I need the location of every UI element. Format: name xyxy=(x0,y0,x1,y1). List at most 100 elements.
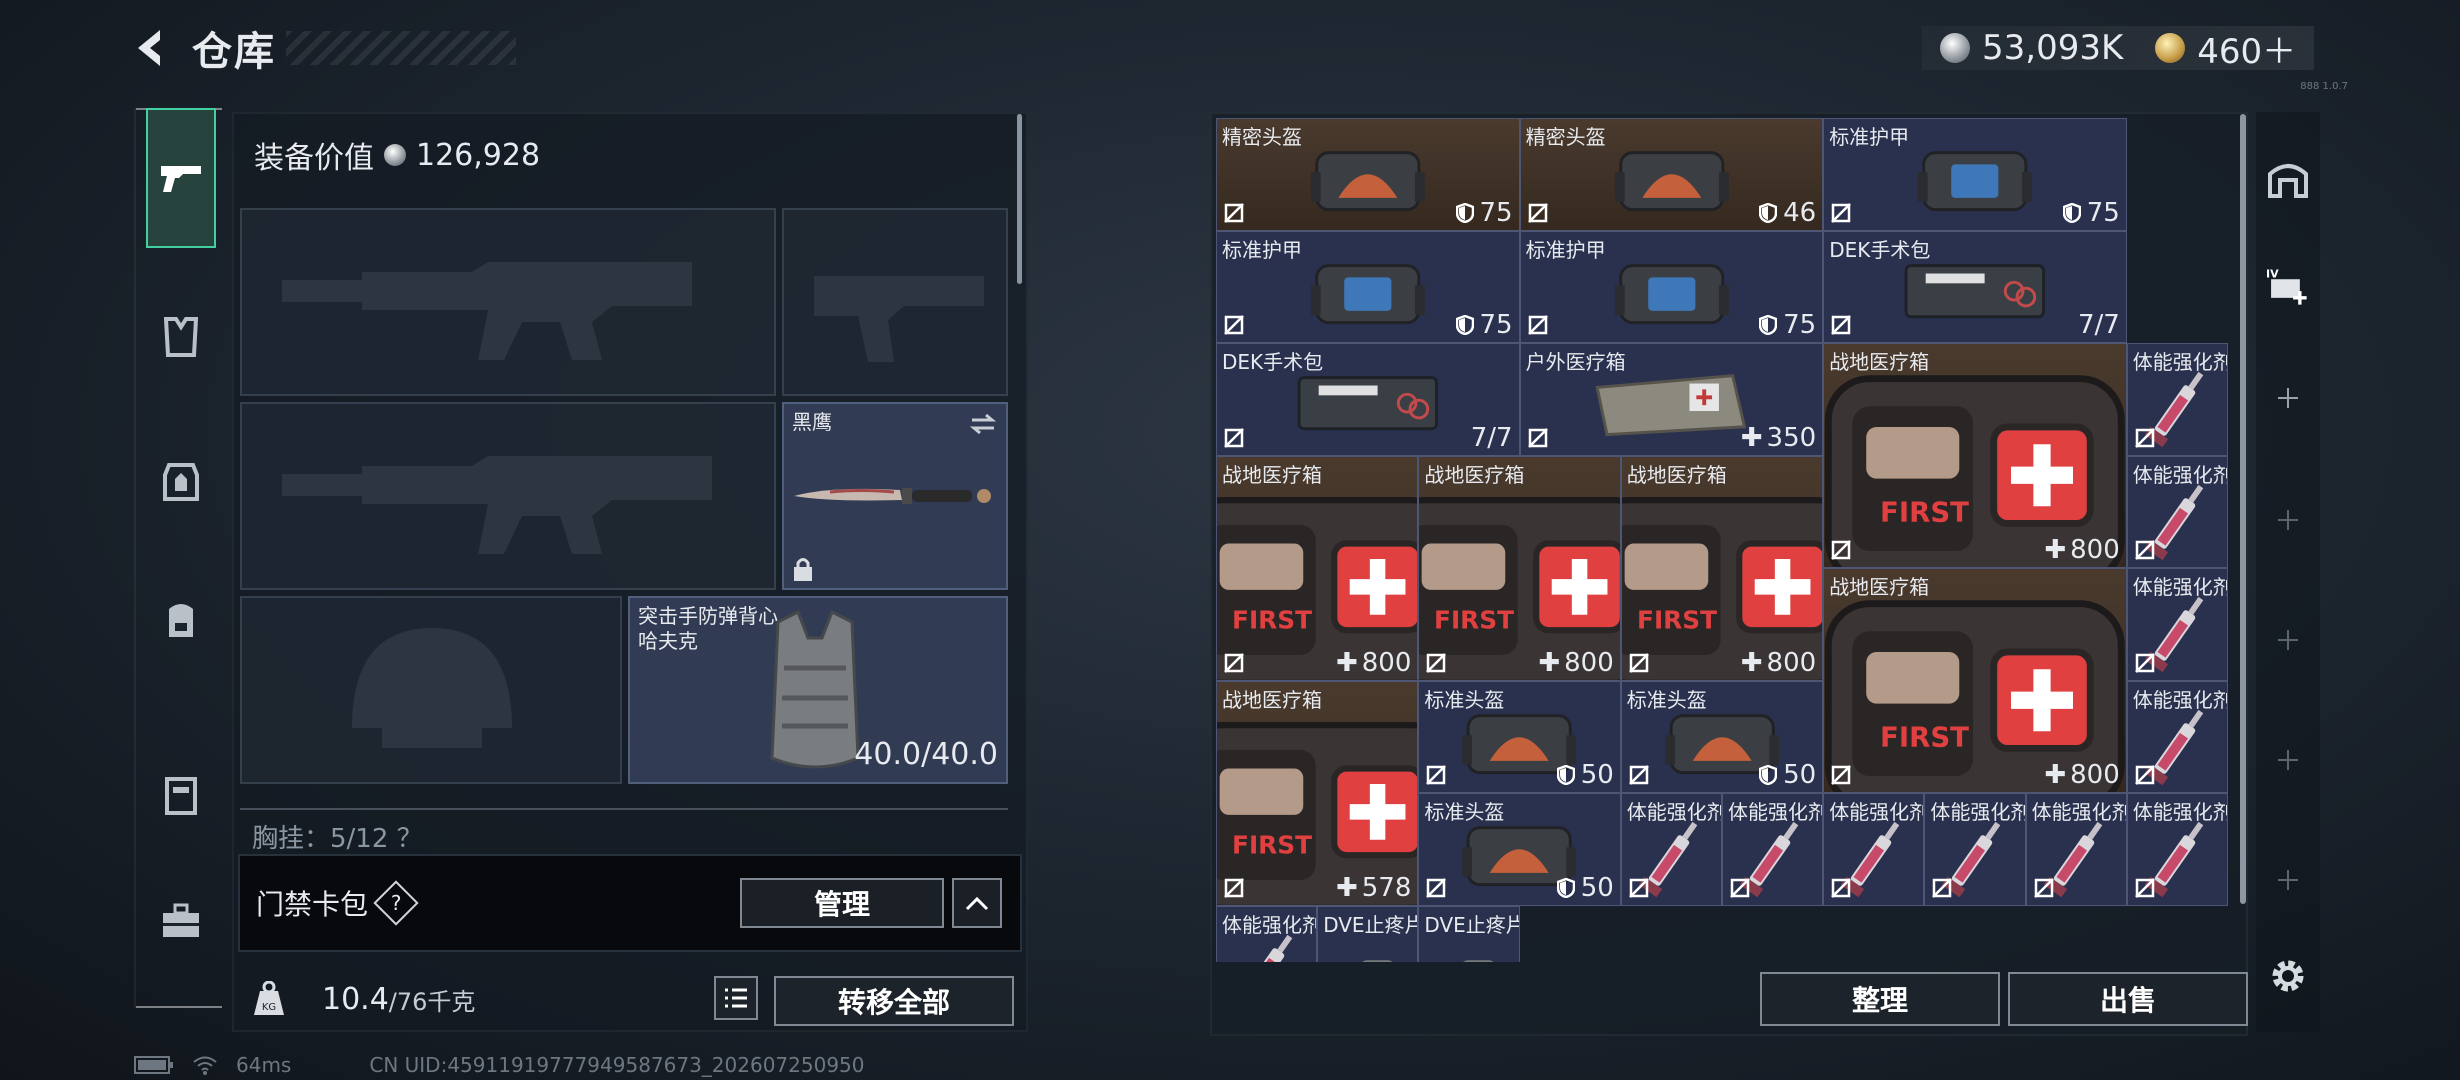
not-secured-icon xyxy=(1831,315,1852,335)
inventory-item[interactable]: DVE止疼片 xyxy=(1317,905,1419,962)
warehouse-tab-add-expansion[interactable]: IV xyxy=(2266,264,2310,308)
manage-button[interactable]: 管理 xyxy=(740,878,944,928)
collapse-button[interactable] xyxy=(952,878,1002,928)
sidebar-item-pouch[interactable] xyxy=(148,762,214,828)
inventory-item[interactable]: 户外医疗箱 ✚ 350 xyxy=(1519,343,1824,456)
armor-icon xyxy=(163,463,199,501)
inventory-item[interactable]: DVE止疼片 xyxy=(1418,905,1520,962)
top-bar: 仓库 xyxy=(130,22,516,75)
item-name: 体能强化剂 xyxy=(1930,800,2026,824)
inventory-item[interactable]: 标准护甲 75 xyxy=(1519,230,1824,343)
inventory-item[interactable]: 体能强化剂 xyxy=(1722,793,1824,906)
transfer-all-button[interactable]: 转移全部 xyxy=(774,976,1014,1026)
briefcase-icon xyxy=(163,903,199,937)
durability-shield-icon xyxy=(2062,202,2081,223)
title-decoration xyxy=(286,31,516,65)
inventory-item[interactable]: DEK手术包 7/7 xyxy=(1216,343,1520,456)
inventory-item[interactable]: 体能强化剂 xyxy=(2126,343,2228,456)
inventory-item[interactable]: 精密头盔 46 xyxy=(1519,118,1824,231)
not-secured-icon xyxy=(1224,652,1244,673)
not-secured-icon xyxy=(1527,427,1548,448)
inventory-item[interactable]: DEK手术包 7/7 xyxy=(1823,230,2127,343)
inventory-item[interactable]: 标准头盔 50 xyxy=(1620,680,1824,793)
item-value-text: 50 xyxy=(1580,872,1614,903)
durability-shield-icon xyxy=(1758,314,1778,336)
sidebar-item-chest-rig[interactable] xyxy=(148,304,214,370)
warehouse-tab-add[interactable] xyxy=(2266,498,2310,542)
inventory-item[interactable]: FIRST 战地医疗箱 ✚ 800 xyxy=(1216,455,1419,681)
equipment-category-sidebar xyxy=(134,108,222,1008)
sort-button[interactable]: 整理 xyxy=(1760,972,2000,1026)
inventory-item[interactable]: 标准头盔 50 xyxy=(1418,680,1621,793)
item-name: 标准头盔 xyxy=(1424,687,1505,712)
item-value: 75 xyxy=(1758,310,1816,340)
equipment-scrollbar[interactable] xyxy=(1017,114,1022,284)
inventory-item[interactable]: FIRST 战地医疗箱 ✚ 800 xyxy=(1620,455,1824,681)
back-arrow-icon[interactable] xyxy=(130,26,174,70)
wifi-icon xyxy=(193,1056,217,1075)
warehouse-tab-add[interactable] xyxy=(2266,738,2310,782)
sidebar-item-case[interactable] xyxy=(148,888,214,954)
swap-icon[interactable] xyxy=(968,412,998,436)
inventory-item[interactable]: 体能强化剂 xyxy=(1216,905,1318,962)
durability-shield-icon xyxy=(1758,764,1778,786)
inventory-item[interactable]: FIRST 战地医疗箱 ✚ 800 xyxy=(1418,455,1621,681)
primary-weapon-slot[interactable] xyxy=(240,208,776,396)
inventory-item[interactable]: 体能强化剂 xyxy=(2126,455,2228,568)
sell-button[interactable]: 出售 xyxy=(2008,972,2248,1026)
currency-display: 53,093K 460＋ xyxy=(1922,24,2315,73)
body-armor-slot[interactable]: 突击手防弹背心 哈夫克 40.0/40.0 xyxy=(628,596,1008,784)
inventory-item[interactable]: 标准护甲 75 xyxy=(1216,230,1520,343)
secondary-weapon-slot[interactable] xyxy=(240,402,776,590)
field-medkit-image: FIRST xyxy=(1825,600,2125,792)
not-secured-icon xyxy=(1426,652,1447,673)
inventory-item[interactable]: 体能强化剂 xyxy=(2025,793,2127,906)
sidearm-slot[interactable] xyxy=(782,208,1008,396)
inventory-item[interactable]: 标准护甲 75 xyxy=(1823,118,2127,231)
inventory-item[interactable]: 精密头盔 75 xyxy=(1216,118,1520,231)
field-medkit-image: FIRST xyxy=(1419,496,1620,680)
settings-gear-icon[interactable] xyxy=(2266,954,2310,998)
inventory-item[interactable]: 体能强化剂 xyxy=(1620,793,1722,906)
sidebar-item-backpack[interactable] xyxy=(148,586,214,652)
inventory-item[interactable]: 标准头盔 50 xyxy=(1418,793,1621,906)
warehouse-tab-main[interactable] xyxy=(2266,156,2310,200)
sidebar-item-weapons[interactable] xyxy=(146,108,216,248)
inventory-item[interactable]: 体能强化剂 xyxy=(1924,793,2026,906)
item-name: DEK手术包 xyxy=(1829,237,1931,262)
inventory-item[interactable]: 体能强化剂 xyxy=(2126,568,2228,681)
chest-rig-header[interactable]: 胸挂：5/12 ？ xyxy=(240,808,1008,854)
warehouse-tab-add[interactable] xyxy=(2266,618,2310,662)
gold-amount[interactable]: 460＋ xyxy=(2197,24,2296,73)
equipment-value-row: 装备价值 126,928 xyxy=(254,128,540,182)
plus-icon: ✚ xyxy=(2044,535,2067,565)
item-name: 标准头盔 xyxy=(1424,800,1505,824)
help-icon[interactable]: ? xyxy=(373,880,419,926)
inventory-scrollbar[interactable] xyxy=(2240,114,2246,904)
svg-text:FIRST: FIRST xyxy=(1232,605,1312,634)
svg-text:FIRST: FIRST xyxy=(1637,605,1717,634)
item-value: ✚ 800 xyxy=(2044,760,2119,790)
list-view-button[interactable] xyxy=(714,976,758,1020)
item-name: 体能强化剂 xyxy=(2132,575,2228,599)
plus-icon: ✚ xyxy=(1740,647,1763,678)
inventory-item[interactable]: FIRST 战地医疗箱 ✚ 578 xyxy=(1216,680,1419,906)
plus-icon: ✚ xyxy=(2044,760,2067,790)
inventory-item[interactable]: FIRST 战地医疗箱 ✚ 800 xyxy=(1823,568,2127,793)
warehouse-tab-add[interactable] xyxy=(2266,858,2310,902)
not-secured-icon xyxy=(1730,877,1750,898)
weight-icon: KG xyxy=(254,981,284,1015)
inventory-item[interactable]: 体能强化剂 xyxy=(2126,680,2228,793)
version-text: 888 1.0.7 xyxy=(2300,81,2348,92)
inventory-item[interactable]: FIRST 战地医疗箱 ✚ 800 xyxy=(1823,343,2127,568)
item-name: 标准护甲 xyxy=(1222,237,1302,262)
inventory-item[interactable]: 体能强化剂 xyxy=(1823,793,1925,906)
melee-slot[interactable]: 黑鹰 xyxy=(782,402,1008,590)
warehouse-tab-add[interactable] xyxy=(2266,376,2310,420)
inventory-item[interactable]: 体能强化剂 xyxy=(2126,793,2228,906)
helmet-slot[interactable] xyxy=(240,596,622,784)
sidebar-item-armor[interactable] xyxy=(148,448,214,514)
durability-shield-icon xyxy=(1455,314,1474,336)
plus-icon: ✚ xyxy=(1740,422,1763,453)
item-value-text: 800 xyxy=(1766,647,1817,678)
